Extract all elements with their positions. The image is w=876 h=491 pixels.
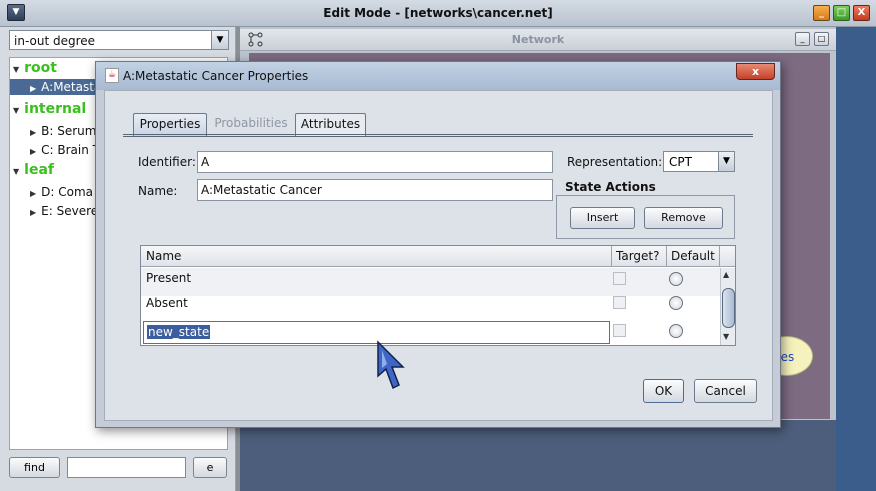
column-name[interactable]: Name xyxy=(146,249,181,263)
tree-item-label: C: Brain T xyxy=(41,143,100,157)
collapsed-icon: ▶ xyxy=(30,189,37,198)
chevron-down-icon[interactable]: ▼ xyxy=(718,152,734,171)
cancel-button[interactable]: Cancel xyxy=(694,379,757,403)
column-default[interactable]: Default xyxy=(671,249,715,263)
name-label: Name: xyxy=(138,184,178,198)
window-title: Edit Mode - [networks\cancer.net] xyxy=(323,6,553,20)
default-radio[interactable] xyxy=(669,296,683,310)
table-header: Name Target? Default xyxy=(141,246,735,267)
chevron-down-icon[interactable]: ▼ xyxy=(211,31,228,49)
column-divider xyxy=(611,246,612,267)
state-actions-label: State Actions xyxy=(565,180,656,194)
column-divider xyxy=(666,246,667,267)
find-input[interactable] xyxy=(67,457,186,478)
tree-group-leaf[interactable]: ▼ leaf xyxy=(13,162,54,178)
expand-icon[interactable]: ▼ xyxy=(13,106,19,115)
representation-value: CPT xyxy=(669,155,692,169)
tree-item-label: B: Serum xyxy=(41,124,97,138)
tree-group-internal[interactable]: ▼ internal xyxy=(13,101,86,117)
minimize-button[interactable]: _ xyxy=(813,5,830,21)
tree-item-d[interactable]: ▶ D: Coma xyxy=(30,185,93,199)
tree-item-label: D: Coma xyxy=(41,185,94,199)
scroll-thumb[interactable] xyxy=(722,288,735,328)
remove-button[interactable]: Remove xyxy=(644,207,723,229)
tree-group-label: internal xyxy=(24,101,87,117)
tab-divider xyxy=(123,134,753,137)
tree-item-c[interactable]: ▶ C: Brain T xyxy=(30,143,100,157)
target-checkbox[interactable] xyxy=(613,324,626,337)
target-checkbox[interactable] xyxy=(613,296,626,309)
tab-probabilities[interactable]: Probabilities xyxy=(210,113,292,136)
default-radio[interactable] xyxy=(669,324,683,338)
expand-icon[interactable]: ▼ xyxy=(13,65,19,74)
network-canvas-lower xyxy=(240,420,836,491)
table-row[interactable]: Present xyxy=(141,268,720,296)
maximize-button[interactable]: □ xyxy=(833,5,850,21)
tree-item-e[interactable]: ▶ E: Severe xyxy=(30,204,98,218)
state-name: Absent xyxy=(146,296,188,310)
ok-button[interactable]: OK xyxy=(643,379,684,403)
pane-minimize-button[interactable]: _ xyxy=(795,32,810,46)
measure-select[interactable]: in-out degree ▼ xyxy=(9,30,229,50)
tree-group-label: leaf xyxy=(24,162,54,178)
tree-group-label: root xyxy=(24,60,57,76)
dialog-title: A:Metastatic Cancer Properties xyxy=(123,69,309,83)
collapsed-icon: ▶ xyxy=(30,208,37,217)
representation-label: Representation: xyxy=(567,155,663,169)
find-button[interactable]: find xyxy=(9,457,60,478)
scroll-down-icon[interactable]: ▼ xyxy=(723,332,729,341)
table-row[interactable]: Absent xyxy=(141,293,720,321)
tree-item-label: A:Metasta xyxy=(41,80,102,94)
default-radio[interactable] xyxy=(669,272,683,286)
pane-maximize-button[interactable]: □ xyxy=(814,32,829,46)
network-title: Network xyxy=(511,33,565,46)
collapsed-icon: ▶ xyxy=(30,128,37,137)
tree-group-root[interactable]: ▼ root xyxy=(13,60,57,76)
insert-button[interactable]: Insert xyxy=(570,207,635,229)
collapsed-icon: ▶ xyxy=(30,147,37,156)
column-target[interactable]: Target? xyxy=(616,249,660,263)
column-divider xyxy=(719,246,720,267)
expand-icon[interactable]: ▼ xyxy=(13,167,19,176)
representation-select[interactable]: CPT ▼ xyxy=(663,151,735,172)
tree-item-b[interactable]: ▶ B: Serum xyxy=(30,124,96,138)
tab-properties[interactable]: Properties xyxy=(133,113,207,136)
e-button[interactable]: e xyxy=(193,457,227,478)
mouse-cursor-icon xyxy=(377,340,405,390)
state-name-edit-text: new_state xyxy=(147,325,211,339)
states-table: Name Target? Default Present Absent new_… xyxy=(140,245,736,346)
collapsed-icon: ▶ xyxy=(30,84,37,93)
scroll-up-icon[interactable]: ▲ xyxy=(723,270,729,279)
tab-attributes[interactable]: Attributes xyxy=(295,113,366,136)
java-icon: ☕ xyxy=(105,68,119,83)
measure-select-value: in-out degree xyxy=(14,34,96,48)
close-button[interactable]: X xyxy=(853,5,870,21)
dialog-titlebar: ☕ A:Metastatic Cancer Properties x xyxy=(96,62,780,90)
target-checkbox[interactable] xyxy=(613,272,626,285)
identifier-label: Identifier: xyxy=(138,155,196,169)
window-titlebar: ▼ Edit Mode - [networks\cancer.net] _ □ … xyxy=(0,0,876,27)
state-name: Present xyxy=(146,271,192,285)
name-field[interactable]: A:Metastatic Cancer xyxy=(197,179,553,201)
tree-item-label: E: Severe xyxy=(41,204,99,218)
desktop-background xyxy=(836,27,876,491)
identifier-field[interactable]: A xyxy=(197,151,553,173)
network-header: Network _ □ xyxy=(240,29,836,51)
table-scrollbar[interactable]: ▲ ▼ xyxy=(720,268,735,345)
dialog-close-button[interactable]: x xyxy=(736,63,775,80)
